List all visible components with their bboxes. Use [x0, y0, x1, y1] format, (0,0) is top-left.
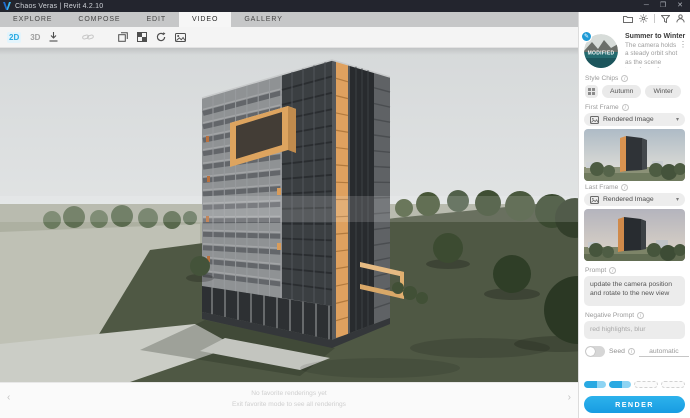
tab-explore[interactable]: EXPLORE: [0, 12, 65, 27]
preset-card[interactable]: MODIFIED ✎ Summer to Winter The camera h…: [584, 32, 687, 76]
tab-edit[interactable]: EDIT: [133, 12, 179, 27]
image-icon: [590, 116, 599, 124]
info-icon: i: [637, 312, 644, 319]
link-icon: [82, 33, 94, 41]
filmstrip-empty-subtitle: Exit favorite mode to see all renderings: [0, 400, 578, 411]
mode-3d-button[interactable]: 3D: [30, 33, 40, 42]
preset-menu-button[interactable]: ⋮: [679, 40, 687, 49]
viewport-3d[interactable]: [0, 48, 578, 382]
queue-segment: [584, 381, 606, 388]
header-divider: [654, 14, 655, 23]
titlebar: Chaos Veras | Revit 4.2.10 ─ ❐ ✕: [0, 0, 690, 12]
queue-segment: [661, 381, 685, 388]
user-icon[interactable]: [676, 14, 685, 23]
gear-icon[interactable]: [639, 14, 648, 23]
prompt-label: Prompti: [585, 267, 616, 274]
chip-winter[interactable]: Winter: [645, 85, 681, 98]
filter-icon[interactable]: [661, 15, 670, 23]
chip-autumn[interactable]: Autumn: [602, 85, 641, 98]
tab-bar: EXPLORE COMPOSE EDIT VIDEO GALLERY: [0, 12, 578, 27]
chip-grid-button[interactable]: [585, 85, 598, 98]
image-icon: [590, 196, 599, 204]
queue-segment: [609, 381, 631, 388]
info-icon: i: [609, 267, 616, 274]
filmstrip-empty-title: No favorite renderings yet: [0, 389, 578, 400]
tab-gallery[interactable]: GALLERY: [231, 12, 295, 27]
download-icon[interactable]: [49, 32, 58, 42]
grid-icon: [588, 88, 595, 95]
seed-value-input[interactable]: [639, 347, 689, 357]
app-window: Chaos Veras | Revit 4.2.10 ─ ❐ ✕ EXPLORE…: [0, 0, 690, 418]
mask-icon[interactable]: [137, 32, 147, 42]
maximize-button[interactable]: ❐: [660, 0, 666, 12]
last-frame-label: Last Framei: [585, 184, 628, 191]
first-frame-thumbnail[interactable]: [584, 129, 685, 181]
viewport-3d-scene: [0, 48, 578, 382]
duplicate-icon[interactable]: [118, 32, 128, 42]
preset-description: The camera holds a steady orbit shot as …: [625, 42, 681, 68]
negative-prompt-input[interactable]: [584, 321, 685, 339]
render-button[interactable]: RENDER: [584, 396, 685, 413]
info-icon: i: [621, 75, 628, 82]
first-frame-label: First Framei: [585, 104, 629, 111]
preset-avatar[interactable]: MODIFIED ✎: [584, 34, 618, 68]
queue-segment: [634, 381, 658, 388]
info-icon: i: [622, 104, 629, 111]
seed-row: Seedi: [585, 346, 684, 357]
first-frame-source-value: Rendered Image: [603, 116, 672, 123]
last-frame-source-value: Rendered Image: [603, 196, 672, 203]
gallery-image-icon[interactable]: [175, 33, 186, 42]
style-chips-label: Style Chipsi: [585, 75, 628, 82]
last-frame-source-dropdown[interactable]: Rendered Image ▾: [584, 193, 685, 206]
seed-toggle[interactable]: [585, 346, 605, 357]
window-title: Chaos Veras | Revit 4.2.10: [15, 3, 103, 10]
last-frame-thumbnail[interactable]: [584, 209, 685, 261]
right-panel: MODIFIED ✎ Summer to Winter The camera h…: [578, 12, 690, 418]
chevron-down-icon: ▾: [676, 116, 679, 123]
panel-header-icons: [623, 14, 685, 23]
preset-badge-text: MODIFIED: [588, 51, 615, 57]
filmstrip-next-button[interactable]: ›: [568, 391, 571, 405]
close-button[interactable]: ✕: [677, 0, 683, 12]
prompt-input[interactable]: update the camera position and rotate to…: [584, 276, 685, 306]
info-icon: i: [628, 348, 635, 355]
refresh-icon[interactable]: [156, 32, 166, 42]
tab-compose[interactable]: COMPOSE: [65, 12, 133, 27]
seed-label: Seedi: [609, 348, 635, 355]
veras-logo-icon: [3, 2, 11, 10]
filmstrip-empty-state: No favorite renderings yet Exit favorite…: [0, 389, 578, 410]
first-frame-source-dropdown[interactable]: Rendered Image ▾: [584, 113, 685, 126]
negative-prompt-label: Negative Prompti: [585, 312, 644, 319]
tab-video[interactable]: VIDEO: [179, 12, 231, 27]
folder-icon[interactable]: [623, 15, 633, 23]
mode-2d-button[interactable]: 2D: [7, 32, 21, 43]
filmstrip-footer: ‹ No favorite renderings yet Exit favori…: [0, 382, 578, 418]
info-icon: i: [621, 184, 628, 191]
chevron-down-icon: ▾: [676, 196, 679, 203]
viewport-toolbar: 2D 3D: [0, 27, 578, 48]
style-chips-row: Autumn Winter: [585, 85, 681, 98]
modified-badge-icon: ✎: [581, 31, 592, 42]
preset-title: Summer to Winter: [625, 33, 681, 40]
render-queue-indicator: [584, 381, 685, 388]
minimize-button[interactable]: ─: [644, 0, 649, 12]
